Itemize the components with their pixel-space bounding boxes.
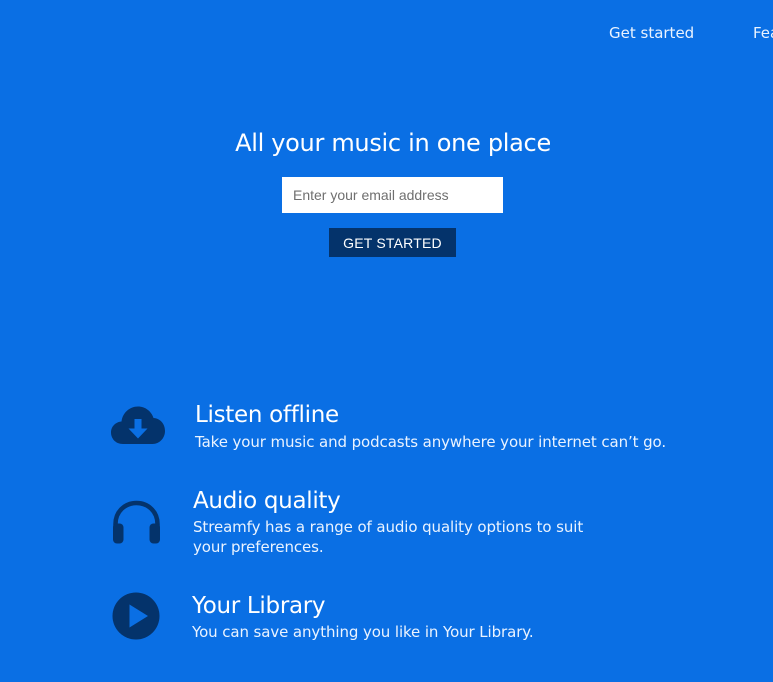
nav-link-get-started[interactable]: Get started [609,24,694,42]
feature-title-your-library: Your Library [192,593,326,619]
play-circle-icon [112,592,160,640]
email-input[interactable] [282,177,503,213]
feature-description-your-library: You can save anything you like in Your L… [192,623,534,641]
feature-title-audio-quality: Audio quality [193,488,341,514]
feature-description-audio-quality: Streamfy has a range of audio quality op… [193,518,584,556]
nav-link-features[interactable]: Features [753,24,773,42]
hero-title: All your music in one place [235,129,551,157]
feature-title-listen-offline: Listen offline [195,402,339,428]
get-started-button[interactable]: GET STARTED [329,228,456,257]
top-nav: Get started Features [0,24,773,44]
cloud-download-icon [111,406,165,444]
headphones-icon [113,500,160,544]
feature-description-listen-offline: Take your music and podcasts anywhere yo… [195,433,667,451]
